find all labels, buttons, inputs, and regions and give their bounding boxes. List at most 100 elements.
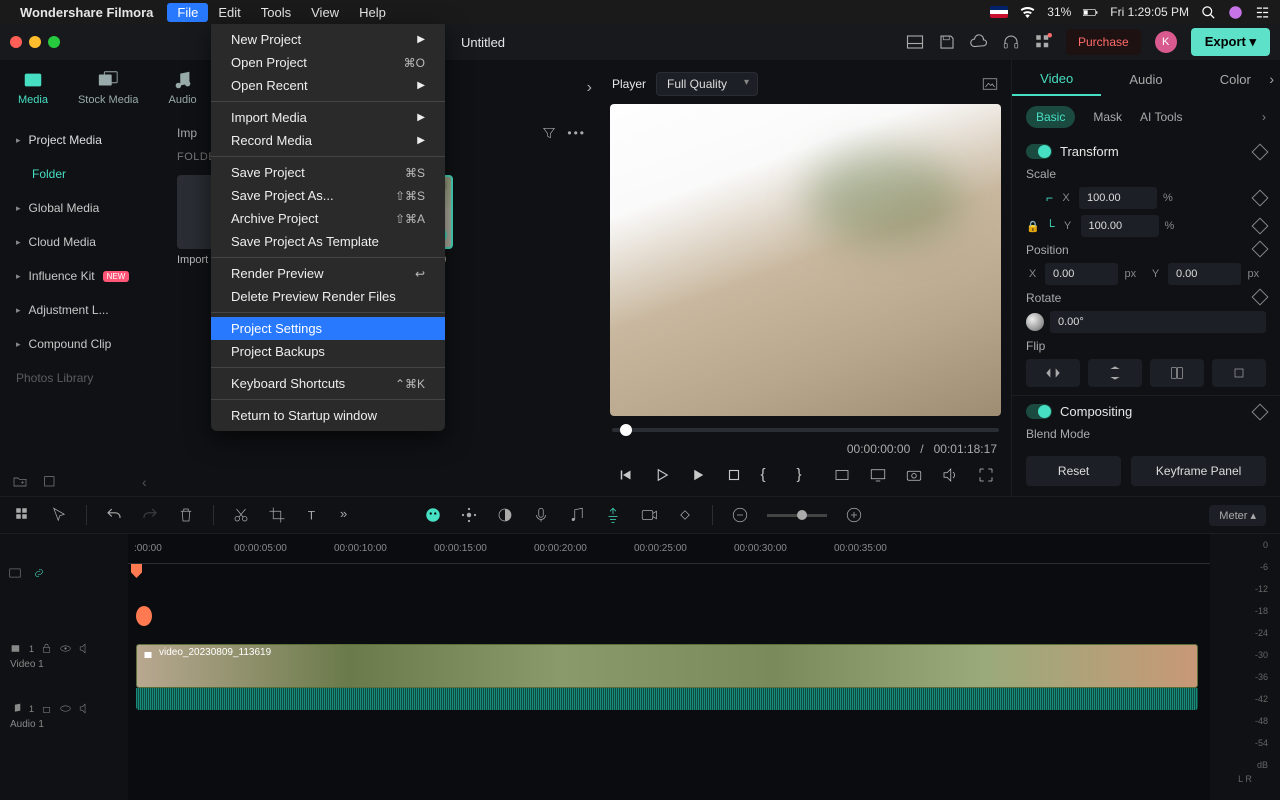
subtab-ai-tools[interactable]: AI Tools [1140, 110, 1182, 124]
undo-icon[interactable] [105, 506, 123, 524]
preview-options-icon[interactable] [833, 466, 851, 484]
lock-icon[interactable]: 🔒 [1026, 220, 1040, 233]
new-bin-icon[interactable] [42, 474, 58, 490]
redo-icon[interactable] [141, 506, 159, 524]
scale-y-keyframe[interactable] [1252, 218, 1269, 235]
sidebar-item-compound-clip[interactable]: ▸Compound Clip [0, 327, 163, 361]
video-preview[interactable] [610, 104, 1001, 416]
audio-clip[interactable] [136, 688, 1198, 710]
cloud-icon[interactable] [970, 33, 988, 51]
scale-y-input[interactable]: 100.00 [1081, 215, 1159, 237]
link-clips-icon[interactable] [32, 566, 46, 580]
flag-icon[interactable] [990, 6, 1008, 18]
sidebar-item-cloud-media[interactable]: ▸Cloud Media [0, 225, 163, 259]
transform-keyframe[interactable] [1252, 143, 1269, 160]
reset-button[interactable]: Reset [1026, 456, 1121, 486]
track-area[interactable]: :00:0000:00:05:0000:00:10:0000:00:15:000… [128, 534, 1210, 800]
compositing-toggle[interactable] [1026, 404, 1052, 419]
subtabs-more-icon[interactable]: › [1262, 110, 1266, 124]
position-keyframe[interactable] [1252, 241, 1269, 258]
mute-icon[interactable] [78, 642, 91, 655]
menu-item-project-backups[interactable]: Project Backups [211, 340, 445, 363]
wifi-icon[interactable] [1020, 5, 1035, 20]
sidebar-item-global-media[interactable]: ▸Global Media [0, 191, 163, 225]
menu-item-record-media[interactable]: Record Media▶ [211, 129, 445, 152]
close-window[interactable] [10, 36, 22, 48]
prev-frame-icon[interactable] [617, 466, 635, 484]
purchase-button[interactable]: Purchase [1066, 29, 1141, 55]
video-clip[interactable]: video_20230809_113619 [136, 644, 1198, 688]
menu-item-import-media[interactable]: Import Media▶ [211, 106, 445, 129]
menu-item-save-project[interactable]: Save Project⌘S [211, 161, 445, 184]
collapse-sidebar-icon[interactable]: ‹ [142, 474, 147, 490]
menu-tools[interactable]: Tools [251, 3, 301, 22]
menu-item-delete-preview-render-files[interactable]: Delete Preview Render Files [211, 285, 445, 308]
preview-scrubber[interactable] [612, 428, 999, 432]
filter-icon[interactable] [541, 125, 557, 141]
menu-item-project-settings[interactable]: Project Settings [211, 317, 445, 340]
zoom-in-icon[interactable] [845, 506, 863, 524]
select-tool-icon[interactable] [50, 506, 68, 524]
menu-item-open-recent[interactable]: Open Recent▶ [211, 74, 445, 97]
record-icon[interactable] [640, 506, 658, 524]
flip-4-button[interactable] [1212, 359, 1266, 387]
rotate-input[interactable]: 0.00° [1050, 311, 1266, 333]
inspector-tab-color[interactable]: Color [1191, 64, 1280, 95]
rotate-keyframe[interactable] [1252, 289, 1269, 306]
menu-view[interactable]: View [301, 3, 349, 22]
tab-media[interactable]: Media [18, 69, 48, 106]
sidebar-item-influence-kit[interactable]: ▸Influence KitNEW [0, 259, 163, 293]
timeline-settings-icon[interactable] [8, 566, 22, 580]
play-pause-icon[interactable] [653, 466, 671, 484]
search-icon[interactable] [1201, 5, 1216, 20]
flip-3-button[interactable] [1150, 359, 1204, 387]
avatar[interactable]: K [1155, 31, 1177, 53]
rotate-knob[interactable] [1026, 313, 1044, 331]
mic-icon[interactable] [532, 506, 550, 524]
menu-item-save-project-as-template[interactable]: Save Project As Template [211, 230, 445, 253]
more-icon[interactable]: ••• [567, 126, 586, 140]
crop-icon[interactable] [268, 506, 286, 524]
visibility-audio-icon[interactable] [59, 702, 72, 715]
flip-horizontal-button[interactable] [1026, 359, 1080, 387]
sidebar-item-folder[interactable]: Folder [0, 157, 163, 191]
menu-item-keyboard-shortcuts[interactable]: Keyboard Shortcuts⌃⌘K [211, 372, 445, 395]
text-tool-icon[interactable]: T [304, 506, 322, 524]
camera-icon[interactable] [905, 466, 923, 484]
inspector-tabs-more-icon[interactable]: › [1269, 71, 1274, 87]
compositing-keyframe[interactable] [1252, 403, 1269, 420]
control-center-icon[interactable] [1255, 5, 1270, 20]
menu-item-return-to-startup-window[interactable]: Return to Startup window [211, 404, 445, 427]
app-name[interactable]: Wondershare Filmora [20, 5, 153, 20]
delete-icon[interactable] [177, 506, 195, 524]
maximize-window[interactable] [48, 36, 60, 48]
menu-item-save-project-as-[interactable]: Save Project As...⇧⌘S [211, 184, 445, 207]
effects-icon[interactable] [460, 506, 478, 524]
menu-file[interactable]: File [167, 3, 208, 22]
zoom-out-icon[interactable] [731, 506, 749, 524]
timeline-ruler[interactable]: :00:0000:00:05:0000:00:10:0000:00:15:000… [128, 534, 1210, 564]
headphones-icon[interactable] [1002, 33, 1020, 51]
fullscreen-icon[interactable] [977, 466, 995, 484]
stop-icon[interactable] [725, 466, 743, 484]
menu-edit[interactable]: Edit [208, 3, 250, 22]
window-controls[interactable] [10, 36, 60, 48]
audio-track-header[interactable]: 1 Audio 1 [0, 696, 128, 756]
minimize-window[interactable] [29, 36, 41, 48]
sidebar-item-adjustment-layer[interactable]: ▸Adjustment L... [0, 293, 163, 327]
quality-select[interactable]: Full Quality [656, 72, 758, 96]
new-folder-icon[interactable]: + [12, 474, 28, 490]
zoom-slider[interactable] [767, 514, 827, 517]
meter-button[interactable]: Meter ▴ [1209, 505, 1266, 526]
keyframe-tool-icon[interactable] [676, 506, 694, 524]
menu-item-render-preview[interactable]: Render Preview↩ [211, 262, 445, 285]
inspector-tab-video[interactable]: Video [1012, 63, 1101, 96]
subtab-mask[interactable]: Mask [1093, 110, 1122, 124]
subtab-basic[interactable]: Basic [1026, 106, 1075, 128]
sidebar-item-project-media[interactable]: ▸Project Media [0, 123, 163, 157]
more-tools-icon[interactable]: » [340, 506, 358, 524]
transform-toggle[interactable] [1026, 144, 1052, 159]
siri-icon[interactable] [1228, 5, 1243, 20]
music-icon[interactable] [568, 506, 586, 524]
inspector-tab-audio[interactable]: Audio [1101, 64, 1190, 95]
